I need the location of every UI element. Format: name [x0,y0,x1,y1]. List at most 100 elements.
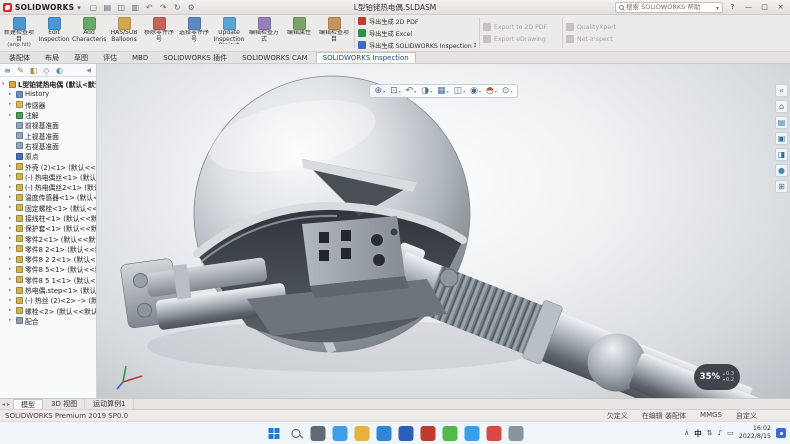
export-excel-button[interactable]: 导出生成 Excel [358,28,476,38]
configurationmanager-tab-icon[interactable] [28,65,39,76]
undo-icon[interactable] [144,2,155,13]
tree-expand-icon[interactable]: ▸ [9,185,14,190]
tree-expand-icon[interactable]: ▸ [9,267,14,272]
settings-button[interactable] [509,426,524,441]
tree-expand-icon[interactable]: ▸ [9,298,14,303]
tab-mbd[interactable]: MBD [125,52,155,63]
taskbar-clock[interactable]: 16:02 2022/8/15 [739,425,771,440]
tree-expand-icon[interactable]: ▸ [9,92,14,97]
view-orientation-icon[interactable] [437,86,449,96]
add-characteristics-button[interactable]: Add Characteristics [72,16,106,50]
input-method-indicator[interactable]: 中 [694,428,702,439]
menu-expand-arrow-icon[interactable] [77,3,81,12]
save-icon[interactable] [116,2,127,13]
hidden-icons-chevron-icon[interactable] [684,429,689,437]
doc-tab-motion-study-1[interactable]: 运动算例1 [86,399,133,409]
notification-center-button[interactable] [776,428,786,438]
tab-assembly[interactable]: 装配体 [2,52,37,63]
status-under-defined[interactable]: 欠定义 [607,411,628,421]
tree-expand-icon[interactable]: ▸ [9,195,14,200]
tree-expand-icon[interactable]: ▸ [9,277,14,282]
display-style-icon[interactable] [454,86,466,96]
status-custom[interactable]: 自定义 [736,411,757,421]
tree-item[interactable]: ▸ 零件8 2 2<1> (默认<<默认>_显示状态) [0,254,96,264]
edge-browser-button[interactable] [377,426,392,441]
previous-view-icon[interactable] [406,86,417,96]
office-app-button[interactable] [399,426,414,441]
network-icon[interactable] [707,429,713,437]
remove-balloon-button[interactable]: 移除零件序号 [142,16,176,50]
print-icon[interactable] [130,2,141,13]
tree-expand-icon[interactable]: ▸ [9,226,14,231]
tree-item[interactable]: ▸ 温度传感器<1> (默认<<默认>_显示状态) [0,192,96,202]
edit-properties-button[interactable]: 编辑属性 [282,16,316,50]
file-explorer-pane-icon[interactable] [775,132,788,145]
tree-item[interactable]: ▸ 螺栓<2> (默认<<默认>_显示状态-1) [0,306,96,316]
tree-item[interactable]: ▸ 热电偶.step<1> (默认<<默认>_显示状态) [0,285,96,295]
tree-item[interactable]: ▸ 固定螺栓<1> (默认<<默认>_显示状态) [0,203,96,213]
close-button[interactable]: × [774,2,787,13]
select-balloon-button[interactable]: 选择零件序号 [177,16,211,50]
panel-collapse-icon[interactable] [83,65,94,76]
update-inspection-project-button[interactable]: Update Inspection Project [212,16,246,50]
tree-item[interactable]: ▸ 零件2<1> (默认<<默认>_显示状态-1) [0,233,96,243]
new-inspection-project-button[interactable]: 新建检查项目 (anp.hit) [2,16,36,50]
tree-item[interactable]: ▸ 接线柱<1> (默认<<默认>_显示状态-1) [0,213,96,223]
widgets-button[interactable] [333,426,348,441]
doc-tabs-next-icon[interactable] [7,401,10,408]
tree-item[interactable]: 上视基准面 [0,130,96,140]
search-input[interactable] [626,3,714,11]
start-button[interactable] [267,426,282,441]
view-settings-icon[interactable] [502,86,513,96]
tab-sketch[interactable]: 草图 [67,52,95,63]
media-app-button[interactable] [487,426,502,441]
qq-button[interactable] [465,426,480,441]
tree-expand-icon[interactable]: ▸ [9,164,14,169]
dimxpert-tab-icon[interactable] [41,65,52,76]
tab-solidworks-inspection[interactable]: SOLIDWORKS Inspection [316,52,416,63]
performance-badge[interactable]: 35% 0.3 0.2 [694,364,740,390]
tree-item[interactable]: ▾ L型铂铑热电偶 (默认<默认_显示状态-1>) [0,79,96,89]
tree-item[interactable]: ▸ 零件8 5<1> (默认<<默认>_显示状态) [0,264,96,274]
doc-tab-3d-views[interactable]: 3D 视图 [44,399,85,409]
open-file-icon[interactable] [102,2,113,13]
edit-appearance-icon[interactable] [486,86,497,96]
options-icon[interactable] [186,2,197,13]
new-file-icon[interactable] [88,2,99,13]
tree-item[interactable]: 前视基准面 [0,120,96,130]
appearances-icon[interactable] [775,164,788,177]
wechat-button[interactable] [443,426,458,441]
design-library-icon[interactable] [775,116,788,129]
tree-item[interactable]: ▸ 保护套<1> (默认<<默认>_显示状态-1) [0,223,96,233]
edit-inspection-button[interactable]: Edit Inspection [37,16,71,50]
tree-item[interactable]: ▸ 零件8 2<1> (默认<<默认>_显示状态) [0,244,96,254]
tree-item[interactable]: ▸ 配合 [0,316,96,326]
tree-expand-icon[interactable]: ▸ [9,288,14,293]
tree-item[interactable]: ▸ 零件8 5 1<1> (默认<<默认>_显示状态) [0,275,96,285]
tab-evaluate[interactable]: 评估 [96,52,124,63]
minimize-button[interactable]: — [742,2,755,13]
tree-item[interactable]: ▸ (-) 热电偶丝<1> (默认<<默认>_显示状态) [0,172,96,182]
view-palette-icon[interactable] [775,148,788,161]
tree-expand-icon[interactable]: ▸ [9,308,14,313]
tree-item[interactable]: ▸ (-) 热电偶丝2<1> (默认<<默认>_显示状态) [0,182,96,192]
export-inspection-project-button[interactable]: 导出生成 SOLIDWORKS Inspection 项目 [358,40,476,50]
tree-expand-icon[interactable]: ▸ [9,216,14,221]
solidworks-resources-icon[interactable] [775,100,788,113]
volume-icon[interactable] [718,429,722,437]
tree-expand-icon[interactable]: ▸ [9,246,14,251]
tree-item[interactable]: ▸ 注解 [0,110,96,120]
collapse-task-pane-icon[interactable] [775,84,788,97]
section-view-icon[interactable] [421,86,432,96]
tree-expand-icon[interactable]: ▸ [9,102,14,107]
status-editing-assembly[interactable]: 在编辑 装配体 [642,411,686,421]
custom-properties-icon[interactable] [775,180,788,193]
tree-expand-icon[interactable]: ▸ [9,174,14,179]
doc-tabs-prev-icon[interactable] [2,401,5,408]
hide-show-icon[interactable] [470,86,481,96]
export-2d-pdf-button[interactable]: 导出生成 2D PDF [358,16,476,26]
search-chevron-icon[interactable] [716,3,719,12]
rebuild-icon[interactable] [172,2,183,13]
tab-solidworks-cam[interactable]: SOLIDWORKS CAM [235,52,315,63]
viewport-canvas[interactable] [97,64,790,398]
